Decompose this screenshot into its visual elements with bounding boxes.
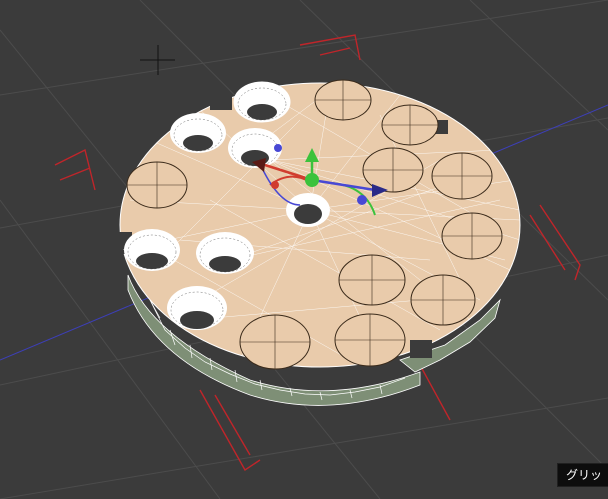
z-scale-handle[interactable] bbox=[357, 195, 367, 205]
pad bbox=[334, 313, 406, 367]
rotate-handle[interactable] bbox=[274, 144, 282, 152]
pad bbox=[431, 152, 493, 200]
hole bbox=[233, 81, 291, 123]
pad bbox=[410, 274, 476, 326]
hole bbox=[124, 229, 180, 271]
pad bbox=[441, 212, 503, 260]
3d-viewport[interactable] bbox=[0, 0, 608, 499]
hole bbox=[170, 113, 226, 153]
status-badge: グリッ bbox=[556, 463, 608, 487]
hole bbox=[196, 232, 254, 274]
hole bbox=[167, 286, 227, 330]
gizmo-center-handle[interactable] bbox=[305, 173, 319, 187]
pad bbox=[126, 161, 188, 209]
pad bbox=[338, 254, 406, 306]
x-scale-handle[interactable] bbox=[271, 181, 279, 189]
hole bbox=[286, 193, 330, 227]
pad bbox=[239, 314, 311, 370]
pad bbox=[314, 79, 372, 121]
pad bbox=[381, 104, 439, 146]
